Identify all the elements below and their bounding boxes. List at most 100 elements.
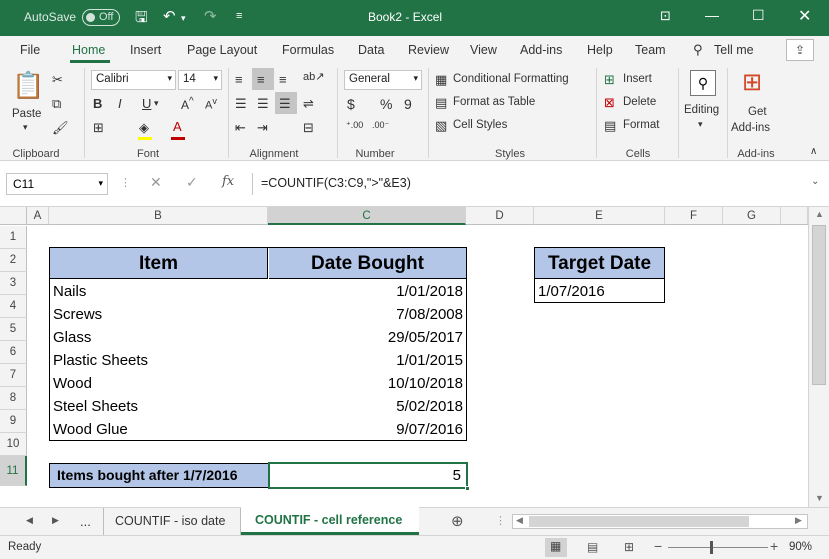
- currency-icon[interactable]: $: [347, 96, 355, 112]
- underline-dropdown-icon[interactable]: ▾: [154, 98, 159, 109]
- date-cell[interactable]: 1/01/2018: [270, 280, 463, 303]
- row-header[interactable]: 9: [0, 410, 27, 433]
- tab-formulas[interactable]: Formulas: [282, 43, 334, 57]
- tab-help[interactable]: Help: [587, 43, 613, 57]
- increase-decimal-icon[interactable]: ⁺.00: [346, 120, 363, 131]
- result-label-cell[interactable]: Items bought after 1/7/2016: [49, 463, 269, 488]
- search-icon[interactable]: ⚲: [690, 70, 716, 96]
- select-all-button[interactable]: [0, 207, 27, 225]
- delete-cells-icon[interactable]: ⊠: [604, 95, 615, 111]
- paste-button[interactable]: Paste: [12, 108, 41, 120]
- enter-icon[interactable]: ✓: [186, 174, 198, 191]
- sheet-tab-cell-reference[interactable]: COUNTIF - cell reference: [241, 507, 419, 535]
- zoom-slider-thumb[interactable]: [710, 541, 713, 554]
- decrease-indent-icon[interactable]: ⇤: [235, 120, 246, 136]
- customize-qat-icon[interactable]: ≡: [236, 10, 242, 22]
- collapse-ribbon-icon[interactable]: ∧: [810, 146, 817, 157]
- item-cell[interactable]: Glass: [53, 326, 91, 349]
- minimize-icon[interactable]: —: [705, 7, 719, 23]
- prev-sheet-icon[interactable]: ◀: [26, 515, 33, 526]
- paste-icon[interactable]: 📋: [12, 70, 44, 106]
- fill-handle[interactable]: [465, 486, 470, 491]
- borders-icon[interactable]: ⊞: [93, 120, 104, 136]
- conditional-formatting-button[interactable]: Conditional Formatting: [453, 73, 569, 85]
- column-header[interactable]: B: [49, 207, 268, 225]
- close-icon[interactable]: ✕: [798, 6, 811, 26]
- copy-icon[interactable]: ⧉: [52, 96, 61, 112]
- tab-insert[interactable]: Insert: [130, 43, 161, 57]
- percent-icon[interactable]: %: [380, 96, 392, 112]
- insert-function-icon[interactable]: fx: [222, 174, 234, 189]
- comma-style-icon[interactable]: 9: [404, 96, 412, 112]
- target-date-cell[interactable]: 1/07/2016: [538, 280, 605, 303]
- bold-button[interactable]: B: [93, 96, 102, 111]
- row-header[interactable]: 8: [0, 387, 27, 410]
- format-as-table-button[interactable]: Format as Table: [453, 96, 535, 108]
- tell-me-search[interactable]: Tell me: [714, 43, 754, 57]
- top-align-icon[interactable]: ≡: [235, 72, 243, 87]
- align-right-icon[interactable]: ☰: [279, 96, 291, 112]
- normal-view-button[interactable]: ▦: [545, 538, 567, 557]
- tab-split-icon[interactable]: ⋮: [495, 514, 506, 527]
- row-header[interactable]: 5: [0, 318, 27, 341]
- format-as-table-icon[interactable]: ▤: [435, 95, 447, 111]
- tab-file[interactable]: File: [20, 43, 40, 57]
- merge-center-icon[interactable]: ⊟: [303, 120, 314, 136]
- item-header-cell[interactable]: Item: [50, 248, 268, 279]
- date-cell[interactable]: 1/01/2015: [270, 349, 463, 372]
- row-header[interactable]: 1: [0, 226, 27, 249]
- conditional-formatting-icon[interactable]: ▦: [435, 72, 447, 88]
- increase-indent-icon[interactable]: ⇥: [257, 120, 268, 136]
- item-cell[interactable]: Wood Glue: [53, 418, 128, 441]
- underline-button[interactable]: U: [142, 96, 151, 111]
- date-cell[interactable]: 10/10/2018: [270, 372, 463, 395]
- cell-styles-button[interactable]: Cell Styles: [453, 119, 507, 131]
- row-header[interactable]: 2: [0, 249, 27, 272]
- align-left-icon[interactable]: ☰: [235, 96, 247, 112]
- paste-dropdown-icon[interactable]: ▾: [23, 122, 28, 133]
- row-header[interactable]: 10: [0, 433, 27, 456]
- tab-add-ins[interactable]: Add-ins: [520, 43, 562, 57]
- row-header[interactable]: 11: [0, 456, 27, 486]
- row-header[interactable]: 4: [0, 295, 27, 318]
- format-painter-icon[interactable]: 🖌: [52, 120, 69, 136]
- number-format-combo[interactable]: General ▾: [344, 70, 422, 90]
- fill-color-icon[interactable]: ◈: [139, 120, 149, 136]
- insert-cells-button[interactable]: Insert: [623, 73, 652, 85]
- date-header-cell[interactable]: Date Bought: [269, 248, 466, 279]
- font-name-combo[interactable]: Calibri ▾: [91, 70, 176, 90]
- selected-cell-c11[interactable]: 5: [268, 462, 468, 489]
- vertical-scrollbar[interactable]: ▲ ▼: [808, 207, 829, 507]
- zoom-slider[interactable]: [668, 547, 768, 548]
- add-sheet-icon[interactable]: ⊕: [451, 512, 464, 530]
- column-header[interactable]: F: [665, 207, 723, 225]
- zoom-level[interactable]: 90%: [789, 541, 812, 553]
- cell-styles-icon[interactable]: ▧: [435, 118, 447, 134]
- font-size-combo[interactable]: 14 ▾: [178, 70, 222, 90]
- ribbon-display-icon[interactable]: ⊡: [660, 8, 671, 24]
- zoom-in-icon[interactable]: +: [770, 538, 778, 554]
- next-sheet-icon[interactable]: ▶: [52, 515, 59, 526]
- autosave-toggle[interactable]: Off: [82, 9, 120, 26]
- sheet-tab-iso-date[interactable]: COUNTIF - iso date: [115, 514, 225, 528]
- align-center-icon[interactable]: ☰: [257, 96, 269, 112]
- orientation-icon[interactable]: ab↗: [303, 70, 324, 83]
- wrap-text-icon[interactable]: ⇌: [303, 96, 314, 112]
- date-cell[interactable]: 29/05/2017: [270, 326, 463, 349]
- editing-button[interactable]: Editing: [684, 104, 719, 116]
- date-cell[interactable]: 7/08/2008: [270, 303, 463, 326]
- redo-icon[interactable]: ↷: [204, 7, 217, 25]
- italic-button[interactable]: I: [118, 96, 122, 111]
- get-addins-label-2[interactable]: Add-ins: [731, 122, 770, 134]
- middle-align-icon[interactable]: ≡: [257, 72, 265, 87]
- cancel-icon[interactable]: ✕: [150, 174, 162, 191]
- row-header[interactable]: 6: [0, 341, 27, 364]
- item-cell[interactable]: Nails: [53, 280, 86, 303]
- item-cell[interactable]: Steel Sheets: [53, 395, 138, 418]
- date-cell[interactable]: 5/02/2018: [270, 395, 463, 418]
- scroll-down-icon[interactable]: ▼: [815, 493, 824, 503]
- format-cells-icon[interactable]: ▤: [604, 118, 616, 134]
- get-addins-icon[interactable]: ⊞: [742, 68, 762, 97]
- column-header[interactable]: G: [723, 207, 781, 225]
- undo-dropdown-icon[interactable]: ▾: [181, 13, 186, 24]
